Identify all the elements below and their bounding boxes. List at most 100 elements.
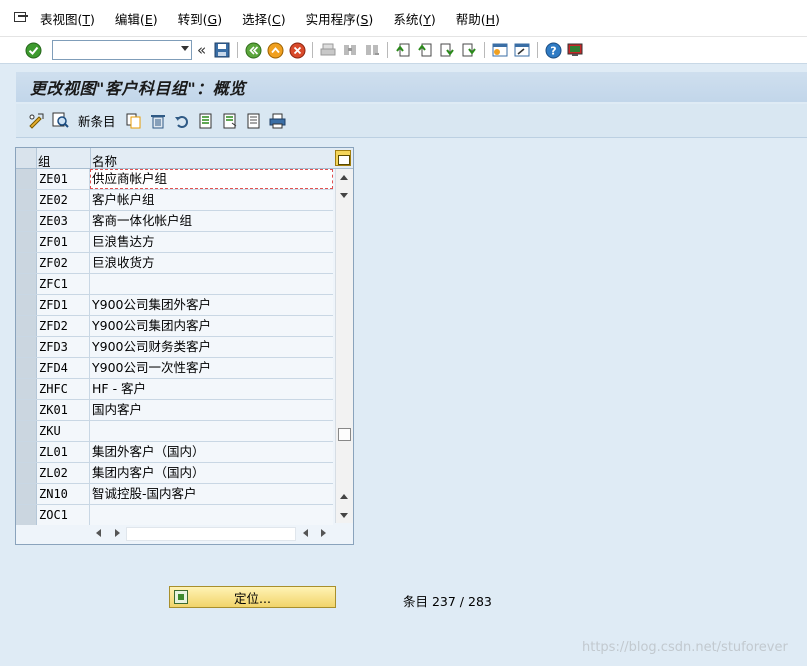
row-selector[interactable] bbox=[16, 190, 37, 210]
customize-layout-icon[interactable] bbox=[566, 41, 584, 59]
column-divider[interactable] bbox=[90, 148, 91, 168]
select-block-icon[interactable] bbox=[221, 112, 239, 130]
print-field-list-icon[interactable] bbox=[269, 112, 287, 130]
name-input[interactable] bbox=[90, 505, 333, 525]
table-row: ZL01 集团外客户（国内） bbox=[16, 442, 333, 463]
command-field[interactable] bbox=[52, 40, 192, 60]
new-entries-button[interactable]: 新条目 bbox=[78, 111, 116, 130]
row-selector[interactable] bbox=[16, 253, 37, 273]
account-group-table: 组 名称 ZE01 供应商帐户组 ZE02 客户帐户组 ZE03 客商一体化帐户组 Z… bbox=[15, 147, 354, 545]
name-input[interactable]: HF - 客户 bbox=[90, 379, 333, 399]
position-button[interactable]: 定位... bbox=[169, 586, 336, 608]
row-selector[interactable] bbox=[16, 337, 37, 357]
group-cell: ZFD2 bbox=[37, 316, 90, 336]
previous-page-icon[interactable] bbox=[416, 41, 434, 59]
help-icon[interactable]: ? bbox=[544, 41, 562, 59]
row-selector[interactable] bbox=[16, 211, 37, 231]
name-input[interactable]: Y900公司集团外客户 bbox=[90, 295, 333, 315]
name-input[interactable]: 集团外客户（国内） bbox=[90, 442, 333, 462]
vertical-scrollbar[interactable] bbox=[335, 169, 353, 523]
table-settings-icon[interactable] bbox=[335, 150, 351, 166]
details-icon[interactable] bbox=[51, 112, 69, 130]
name-input[interactable]: Y900公司集团内客户 bbox=[90, 316, 333, 336]
select-all-icon[interactable] bbox=[197, 112, 215, 130]
name-input[interactable]: 巨浪收货方 bbox=[90, 253, 333, 273]
table-row: ZFD4 Y900公司一次性客户 bbox=[16, 358, 333, 379]
column-header-name[interactable]: 名称 bbox=[92, 151, 117, 170]
scroll-left-icon[interactable] bbox=[96, 529, 101, 537]
name-input[interactable]: 集团内客户（国内） bbox=[90, 463, 333, 483]
menu-help[interactable]: 帮助(H) bbox=[456, 9, 500, 28]
menu-selection[interactable]: 选择(C) bbox=[242, 9, 286, 28]
menu-edit[interactable]: 编辑(E) bbox=[115, 9, 158, 28]
undo-change-icon[interactable] bbox=[173, 112, 191, 130]
row-selector[interactable] bbox=[16, 169, 37, 189]
row-selector[interactable] bbox=[16, 232, 37, 252]
save-icon[interactable] bbox=[213, 41, 231, 59]
svg-text:?: ? bbox=[550, 44, 556, 57]
display-change-icon[interactable] bbox=[27, 112, 45, 130]
scroll-page-down-icon[interactable] bbox=[340, 513, 348, 518]
entry-count: 条目 237 / 283 bbox=[403, 594, 492, 609]
back-icon[interactable] bbox=[244, 41, 262, 59]
name-input[interactable]: 供应商帐户组 bbox=[90, 169, 333, 189]
next-page-icon[interactable] bbox=[438, 41, 456, 59]
menu-utilities[interactable]: 实用程序(S) bbox=[306, 9, 374, 28]
enter-icon[interactable] bbox=[24, 41, 42, 59]
scroll-page-up-icon[interactable] bbox=[340, 494, 348, 499]
row-selector[interactable] bbox=[16, 505, 37, 525]
select-all-rows-button[interactable] bbox=[16, 148, 37, 168]
group-cell: ZFD3 bbox=[37, 337, 90, 357]
row-selector[interactable] bbox=[16, 316, 37, 336]
menu-table-view[interactable]: 表视图(T) bbox=[40, 9, 95, 28]
last-page-icon[interactable] bbox=[460, 41, 478, 59]
name-input[interactable]: 客商一体化帐户组 bbox=[90, 211, 333, 231]
row-selector[interactable] bbox=[16, 400, 37, 420]
scroll-right-icon[interactable] bbox=[321, 529, 326, 537]
position-button-label: 定位... bbox=[234, 590, 271, 606]
name-input[interactable] bbox=[90, 274, 333, 294]
table-header: 组 名称 bbox=[16, 148, 353, 169]
standard-toolbar: « ? bbox=[0, 36, 807, 64]
scroll-up-icon[interactable] bbox=[340, 175, 348, 180]
name-input[interactable]: Y900公司一次性客户 bbox=[90, 358, 333, 378]
find-next-icon bbox=[363, 41, 381, 59]
menu-system[interactable]: 系统(Y) bbox=[393, 9, 435, 28]
exit-icon[interactable] bbox=[266, 41, 284, 59]
row-selector[interactable] bbox=[16, 442, 37, 462]
row-selector[interactable] bbox=[16, 358, 37, 378]
scroll-down-icon[interactable] bbox=[340, 193, 348, 198]
deselect-all-icon[interactable] bbox=[245, 112, 263, 130]
name-input[interactable]: 国内客户 bbox=[90, 400, 333, 420]
name-input[interactable]: Y900公司财务类客户 bbox=[90, 337, 333, 357]
horizontal-scroll-track[interactable] bbox=[126, 527, 296, 541]
scroll-thumb[interactable] bbox=[338, 428, 351, 441]
row-selector[interactable] bbox=[16, 379, 37, 399]
cancel-icon[interactable] bbox=[288, 41, 306, 59]
row-selector[interactable] bbox=[16, 274, 37, 294]
copy-as-icon[interactable] bbox=[125, 112, 143, 130]
table-row: ZFD2 Y900公司集团内客户 bbox=[16, 316, 333, 337]
new-session-icon[interactable] bbox=[491, 41, 509, 59]
name-input[interactable] bbox=[90, 421, 333, 441]
scroll-right-icon[interactable] bbox=[115, 529, 120, 537]
system-menu-icon[interactable] bbox=[13, 11, 29, 25]
row-selector[interactable] bbox=[16, 463, 37, 483]
chevron-down-icon[interactable] bbox=[181, 46, 189, 51]
column-header-group[interactable]: 组 bbox=[38, 151, 51, 170]
horizontal-scrollbar[interactable] bbox=[16, 525, 353, 543]
row-selector[interactable] bbox=[16, 421, 37, 441]
group-cell: ZFD4 bbox=[37, 358, 90, 378]
name-input[interactable]: 智诚控股-国内客户 bbox=[90, 484, 333, 504]
row-selector[interactable] bbox=[16, 295, 37, 315]
shortcut-icon[interactable] bbox=[513, 41, 531, 59]
table-row: ZFD3 Y900公司财务类客户 bbox=[16, 337, 333, 358]
menu-goto[interactable]: 转到(G) bbox=[178, 9, 222, 28]
name-input[interactable]: 巨浪售达方 bbox=[90, 232, 333, 252]
row-selector[interactable] bbox=[16, 484, 37, 504]
scroll-left-icon[interactable] bbox=[303, 529, 308, 537]
name-input[interactable]: 客户帐户组 bbox=[90, 190, 333, 210]
delete-icon[interactable] bbox=[149, 112, 167, 130]
collapse-chevron-icon[interactable]: « bbox=[197, 41, 206, 59]
first-page-icon[interactable] bbox=[394, 41, 412, 59]
